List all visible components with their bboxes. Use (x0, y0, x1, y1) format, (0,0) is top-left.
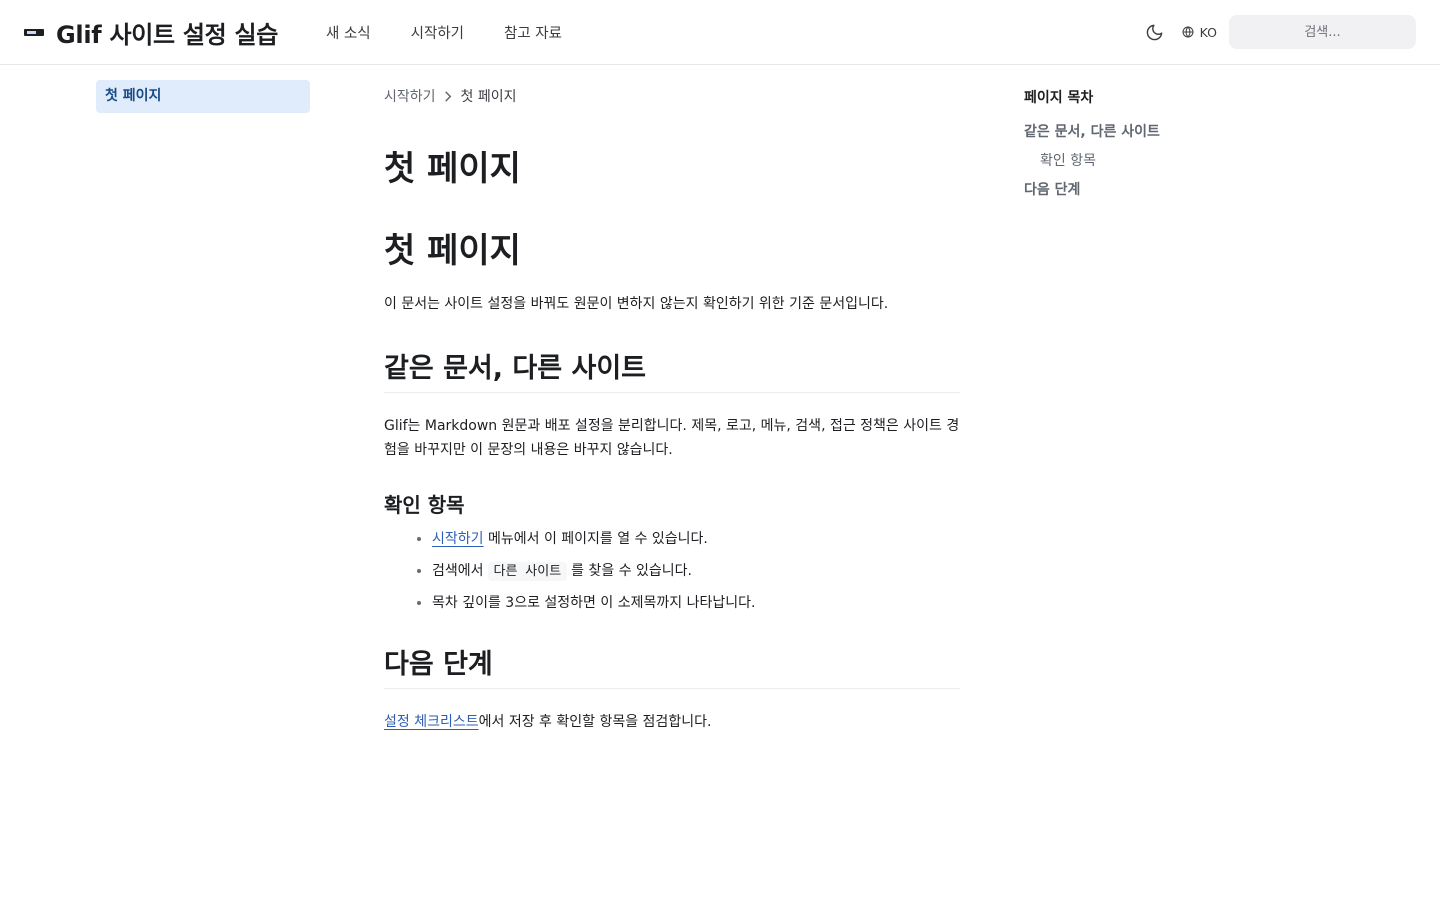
inline-code: 다른 사이트 (487, 561, 568, 581)
next-steps-paragraph: 설정 체크리스트에서 저장 후 확인할 항목을 점검합니다. (384, 710, 960, 734)
next-steps-text: 에서 저장 후 확인할 항목을 점검합니다. (478, 714, 712, 730)
nav-item-getting-started[interactable]: 시작하기 (411, 22, 464, 43)
site-title: Glif 사이트 설정 실습 (56, 20, 279, 49)
site-brand-link[interactable]: Glif 사이트 설정 실습 (24, 14, 278, 50)
list-item-text: 를 찾을 수 있습니다. (571, 562, 693, 579)
intro-paragraph: 이 문서는 사이트 설정을 바꿔도 원문이 변하지 않는지 확인하기 위한 기준… (384, 296, 889, 312)
main-content: 시작하기 첫 페이지 첫 페이지 첫 페이지 이 문서는 사이트 설정을 바꿔도… (384, 80, 960, 734)
site-logo-icon (24, 28, 44, 36)
list-item-text: 목차 깊이를 3으로 설정하면 이 소제목까지 나타납니다. (432, 595, 756, 611)
navbar-right: KO (1138, 15, 1416, 49)
sidebar-item-first-page[interactable]: 첫 페이지 (96, 80, 310, 113)
breadcrumb: 시작하기 첫 페이지 (384, 80, 960, 112)
moon-icon (1146, 24, 1163, 40)
left-sidebar: 첫 페이지 (96, 80, 310, 113)
nav-item-reference[interactable]: 참고 자료 (504, 22, 562, 43)
list-item: 검색에서다른 사이트를 찾을 수 있습니다. (432, 559, 960, 584)
toc-item-next-steps[interactable]: 다음 단계 (1024, 176, 1284, 205)
settings-checklist-link[interactable]: 설정 체크리스트 (384, 714, 479, 730)
check-list: 시작하기 메뉴에서 이 페이지를 열 수 있습니다. 검색에서다른 사이트를 찾… (384, 527, 960, 615)
language-selector[interactable]: KO (1182, 25, 1217, 40)
getting-started-link[interactable]: 시작하기 (432, 531, 484, 547)
breadcrumb-current: 첫 페이지 (460, 89, 517, 105)
heading-next-steps: 다음 단계 (384, 645, 960, 689)
heading-check-items: 확인 항목 (384, 493, 465, 517)
toc-item-same-doc-different-site[interactable]: 같은 문서, 다른 사이트 (1024, 118, 1284, 147)
language-label: KO (1199, 24, 1217, 40)
search-input[interactable] (1229, 15, 1416, 49)
table-of-contents: 페이지 목차 같은 문서, 다른 사이트 확인 항목 다음 단계 (1024, 86, 1284, 205)
section1-paragraph: Glif는 Markdown 원문과 배포 설정을 분리합니다. 제목, 로고,… (384, 418, 960, 458)
toc-title: 페이지 목차 (1024, 90, 1094, 106)
list-item: 시작하기 메뉴에서 이 페이지를 열 수 있습니다. (432, 527, 960, 551)
top-navbar: Glif 사이트 설정 실습 새 소식 시작하기 참고 자료 KO (0, 0, 1440, 65)
nav-item-news[interactable]: 새 소식 (326, 22, 371, 43)
toc-list: 같은 문서, 다른 사이트 확인 항목 다음 단계 (1024, 118, 1284, 205)
list-item: 목차 깊이를 3으로 설정하면 이 소제목까지 나타납니다. (432, 591, 960, 615)
chevron-right-icon (444, 90, 453, 102)
list-item-text: 검색에서 (432, 562, 484, 579)
toc-item-check-items[interactable]: 확인 항목 (1024, 147, 1284, 176)
page-title: 첫 페이지 (384, 149, 521, 189)
document-title: 첫 페이지 (384, 231, 521, 271)
globe-icon (1182, 26, 1194, 38)
heading-same-doc-different-site: 같은 문서, 다른 사이트 (384, 349, 960, 393)
breadcrumb-parent-link[interactable]: 시작하기 (384, 86, 436, 106)
list-item-text: 메뉴에서 이 페이지를 열 수 있습니다. (483, 531, 708, 547)
main-nav: 새 소식 시작하기 참고 자료 (326, 0, 562, 64)
theme-toggle-button[interactable] (1138, 15, 1172, 49)
